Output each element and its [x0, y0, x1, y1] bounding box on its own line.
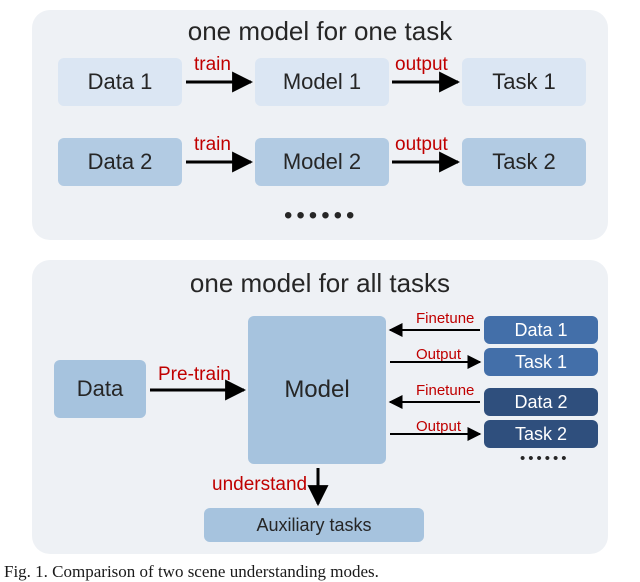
title-bottom: one model for all tasks	[150, 268, 490, 299]
lbl-ft1: Finetune	[416, 310, 474, 327]
lbl-understand: understand	[212, 474, 307, 496]
box-model2: Model 2	[255, 138, 389, 186]
lbl-ft2: Finetune	[416, 382, 474, 399]
lbl-train2: train	[194, 134, 231, 156]
dots-bottom: ••••••	[520, 450, 570, 467]
lbl-out2: Output	[416, 418, 461, 435]
box-t2: Task 2	[484, 420, 598, 448]
box-aux: Auxiliary tasks	[204, 508, 424, 542]
box-d2: Data 2	[484, 388, 598, 416]
lbl-output2: output	[395, 134, 448, 156]
lbl-pretrain: Pre-train	[158, 364, 231, 386]
box-task2: Task 2	[462, 138, 586, 186]
dots-top: ••••••	[284, 202, 358, 230]
title-top: one model for one task	[150, 16, 490, 47]
box-model1: Model 1	[255, 58, 389, 106]
box-data: Data	[54, 360, 146, 418]
box-d1: Data 1	[484, 316, 598, 344]
lbl-train1: train	[194, 54, 231, 76]
figure-caption: Fig. 1. Comparison of two scene understa…	[4, 562, 379, 582]
box-data1: Data 1	[58, 58, 182, 106]
lbl-output1: output	[395, 54, 448, 76]
box-model: Model	[248, 316, 386, 464]
box-data2: Data 2	[58, 138, 182, 186]
box-t1: Task 1	[484, 348, 598, 376]
lbl-out1: Output	[416, 346, 461, 363]
box-task1: Task 1	[462, 58, 586, 106]
